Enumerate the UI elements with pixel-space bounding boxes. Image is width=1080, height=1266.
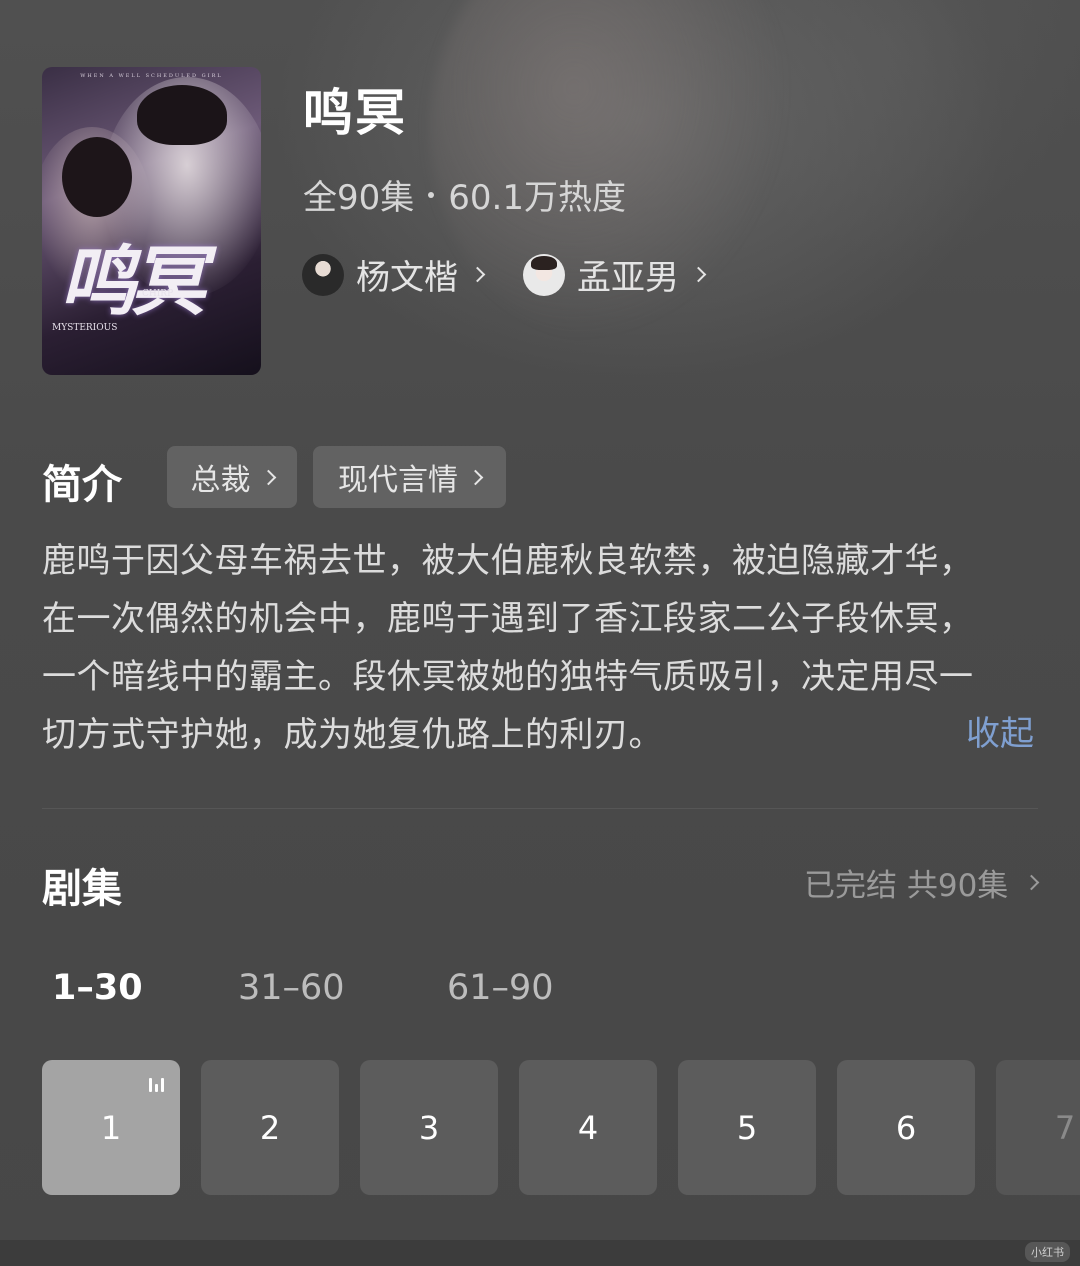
range-tab-61-90[interactable]: 61–90 bbox=[447, 968, 554, 1008]
poster-top-text: WHEN A WELL SCHEDULED GIRL bbox=[80, 73, 223, 79]
bottom-bar bbox=[0, 1240, 1080, 1266]
episode-button-4[interactable]: 4 bbox=[519, 1060, 657, 1195]
drama-title: 鸣冥 bbox=[303, 84, 407, 142]
drama-poster[interactable]: WHEN A WELL SCHEDULED GIRL 鸣冥 CHIRP MYST… bbox=[42, 67, 261, 375]
chevron-right-icon bbox=[260, 469, 276, 485]
avatar bbox=[302, 253, 344, 296]
episode-number: 7 bbox=[1054, 1108, 1076, 1147]
episode-number: 2 bbox=[259, 1108, 281, 1147]
cast-item-yang-wenkai[interactable]: 杨文楷 bbox=[302, 250, 486, 299]
episodes-heading: 剧集 bbox=[42, 866, 122, 912]
episode-button-7[interactable]: 7 bbox=[996, 1060, 1080, 1195]
range-tab-31-60[interactable]: 31–60 bbox=[238, 968, 345, 1008]
cast-item-meng-yanan[interactable]: 孟亚男 bbox=[523, 250, 707, 299]
cast-name: 孟亚男 bbox=[577, 258, 679, 298]
episodes-status: 已完结 共90集 bbox=[804, 868, 1009, 904]
cast-list: 杨文楷 孟亚男 bbox=[302, 250, 707, 299]
poster-tag-chirp: CHIRP bbox=[142, 289, 174, 299]
watermark: 小红书 bbox=[1025, 1242, 1070, 1262]
intro-heading: 简介 bbox=[42, 462, 122, 508]
episode-number: 3 bbox=[418, 1108, 440, 1147]
popularity: 60.1万热度 bbox=[448, 178, 626, 218]
tag-ceo[interactable]: 总裁 bbox=[167, 446, 297, 508]
chevron-right-icon bbox=[467, 469, 484, 485]
episode-button-6[interactable]: 6 bbox=[837, 1060, 975, 1195]
episode-button-3[interactable]: 3 bbox=[360, 1060, 498, 1195]
section-divider bbox=[42, 808, 1038, 809]
episode-button-2[interactable]: 2 bbox=[201, 1060, 339, 1195]
now-playing-icon bbox=[149, 1078, 164, 1092]
episode-count: 全90集 bbox=[303, 178, 415, 218]
range-tab-1-30[interactable]: 1–30 bbox=[52, 968, 143, 1008]
tag-label: 总裁 bbox=[190, 463, 251, 498]
episodes-status-link[interactable]: 已完结 共90集 bbox=[804, 860, 1040, 905]
tag-label: 现代言情 bbox=[338, 463, 458, 498]
intro-line: 切方式守护她，成为她复仇路上的利刃。 bbox=[42, 715, 663, 755]
episode-number: 5 bbox=[736, 1108, 758, 1147]
chevron-right-icon bbox=[1024, 874, 1040, 891]
intro-line: 鹿鸣于因父母车祸去世，被大伯鹿秋良软禁，被迫隐藏才华， bbox=[42, 541, 974, 581]
poster-tag-mysterious: MYSTERIOUS bbox=[52, 323, 118, 333]
chevron-right-icon bbox=[690, 266, 707, 283]
episode-number: 6 bbox=[895, 1108, 917, 1147]
chevron-right-icon bbox=[469, 266, 486, 283]
poster-title: 鸣冥 bbox=[60, 237, 206, 326]
episode-number: 4 bbox=[577, 1108, 599, 1147]
intro-line: 一个暗线中的霸主。段休冥被她的独特气质吸引，决定用尽一 bbox=[42, 657, 974, 697]
intro-description: 鹿鸣于因父母车祸去世，被大伯鹿秋良软禁，被迫隐藏才华， 在一次偶然的机会中，鹿鸣… bbox=[42, 532, 1042, 764]
intro-line: 在一次偶然的机会中，鹿鸣于遇到了香江段家二公子段休冥， bbox=[42, 599, 974, 639]
episode-grid: 1 2 3 4 5 6 7 bbox=[42, 1060, 1080, 1196]
tag-modern-romance[interactable]: 现代言情 bbox=[313, 446, 506, 508]
avatar bbox=[523, 253, 565, 296]
collapse-button[interactable]: 收起 bbox=[966, 706, 1034, 755]
episode-button-1[interactable]: 1 bbox=[42, 1060, 180, 1195]
separator-dot bbox=[428, 191, 435, 198]
cast-name: 杨文楷 bbox=[356, 258, 458, 298]
episode-number: 1 bbox=[100, 1108, 122, 1147]
episode-button-5[interactable]: 5 bbox=[678, 1060, 816, 1195]
drama-meta: 全90集 60.1万热度 bbox=[303, 170, 626, 219]
